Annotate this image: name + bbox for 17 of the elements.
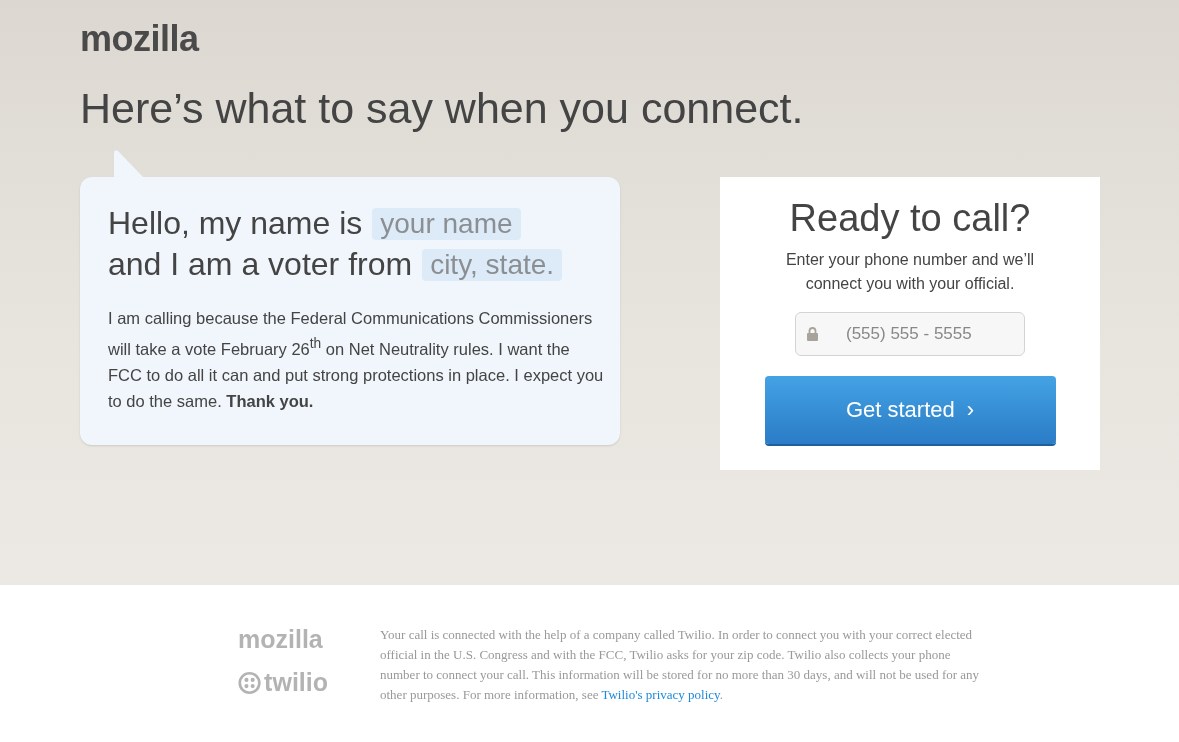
phone-field[interactable]: (555) 555 - 5555 bbox=[795, 312, 1025, 356]
script-text: Hello, my name is bbox=[108, 205, 363, 242]
dots-circle-icon bbox=[238, 669, 262, 696]
lock-icon bbox=[807, 327, 818, 341]
card-subtitle: Enter your phone number and we’ll connect you with your official. bbox=[784, 250, 1036, 294]
get-started-button[interactable]: Get started › bbox=[764, 376, 1056, 444]
partner-logo: twilio bbox=[238, 668, 328, 697]
script-paragraph: I am calling because the Federal Communications Commissioners will take a vote February 26$^{th}$ on Net Neutrality rules. I want the FCC to do all it can and put strong protections in place. I expect you to do the same. Thank you. bbox=[108, 308, 604, 412]
partner-logo: mozilla bbox=[238, 625, 324, 654]
card-title: Ready to call? bbox=[789, 197, 1031, 240]
mozilla-logo: mozilla bbox=[80, 18, 201, 60]
privacy-policy-link[interactable]: Twilio's privacy policy bbox=[601, 687, 720, 702]
text-input[interactable]: your name bbox=[372, 207, 521, 240]
script-text: and I am a voter from bbox=[108, 246, 413, 283]
text-input[interactable]: city, state. bbox=[422, 248, 563, 281]
page-title: Here’s what to say when you connect. bbox=[80, 84, 805, 133]
privacy-notice: Your call is connected with the help of a company called Twilio. In order to connect you with your correct elected official in the U.S. Congress and with the FCC, Twilio asks for your zip code. Twilio also collects your phone number to connect your call. This information will be stored for no more than 30 days, and will not be used for any other purposes. For more information, see Twilio's privacy policy. bbox=[380, 626, 980, 704]
